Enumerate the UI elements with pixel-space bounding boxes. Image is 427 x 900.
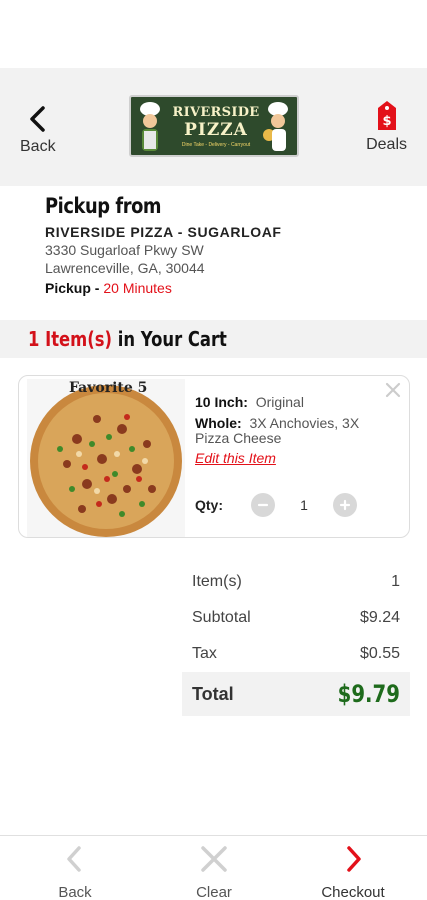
cart-item-count: 1 Item(s) [28,327,113,351]
footer-clear-button[interactable]: Clear [159,844,269,900]
pickup-time: Pickup - 20 Minutes [45,280,415,296]
pickup-info: Pickup from RIVERSIDE PIZZA - SUGARLOAF … [45,194,415,296]
pickup-time-value: 20 Minutes [103,280,172,296]
remove-item-icon[interactable] [385,382,401,398]
qty-decrease-button[interactable] [251,493,275,517]
qty-value: 1 [300,497,308,513]
item-size-label: 10 Inch: [195,394,248,410]
price-tag-icon: $ [377,101,396,130]
header-deals-button[interactable]: $ Deals [366,100,407,154]
qty-increase-button[interactable] [333,493,357,517]
store-address-line1: 3330 Sugarloaf Pkwy SW [45,242,204,258]
pickup-time-label: Pickup - [45,280,104,296]
subtotal-value: $9.24 [359,609,400,626]
logo-tagline: Dine Take - Delivery - Carryout [181,142,251,148]
footer-back-button[interactable]: Back [20,844,130,900]
store-name: RIVERSIDE PIZZA - SUGARLOAF [45,224,282,240]
chevron-left-icon [30,106,45,132]
header-back-button[interactable]: Back [20,104,56,156]
svg-text:$: $ [382,114,391,129]
chevron-left-icon [67,846,81,872]
header-deals-label: Deals [366,136,407,153]
subtotal-label: Subtotal [192,609,251,626]
bottom-nav: Back Clear Checkout [0,835,427,900]
edit-item-link[interactable]: Edit this Item [195,450,276,466]
totals-tax-row: Tax $0.55 [182,636,410,672]
totals-subtotal-row: Subtotal $9.24 [182,600,410,636]
cart-title-suffix: in Your Cart [112,327,227,351]
footer-checkout-button[interactable]: Checkout [298,844,408,900]
cart-item-card: Favorite 5 10 Inch: Original Whole: 3X A… [18,375,410,538]
total-label: Total [192,683,234,704]
cart-header: 1 Item(s) in Your Cart [0,320,427,358]
store-address-line2: Lawrenceville, GA, 30044 [45,260,205,276]
chevron-right-icon [347,846,361,872]
footer-clear-label: Clear [196,884,232,900]
tax-value: $0.55 [359,645,400,662]
logo-text-line1: RIVERSIDE [172,105,260,120]
item-toppings: Whole: 3X Anchovies, 3X Pizza Cheese [195,416,395,446]
totals-items-row: Item(s) 1 [182,564,410,600]
pickup-title: Pickup from [45,194,162,218]
qty-label: Qty: [195,497,223,513]
item-size-value: Original [255,394,304,410]
plus-icon [339,499,351,511]
items-label: Item(s) [192,573,242,590]
footer-back-label: Back [58,884,92,900]
chef-mascot-icon [263,102,288,151]
header-back-label: Back [20,138,56,155]
item-size: 10 Inch: Original [195,394,304,410]
footer-checkout-label: Checkout [321,884,385,900]
items-value: 1 [391,573,400,590]
total-value: $9.79 [337,680,400,708]
logo-text-line2: PIZZA [184,120,248,140]
app-header: Back RIVERSIDE PIZZA Dine Take - Deliver… [0,68,427,186]
quantity-stepper: Qty: 1 [195,493,357,517]
order-totals: Item(s) 1 Subtotal $9.24 Tax $0.55 Total… [182,564,410,716]
item-name: Favorite 5 [69,380,148,396]
clear-x-icon [201,846,227,872]
minus-icon [257,503,269,507]
chef-mascot-icon [140,102,160,151]
totals-total-row: Total $9.79 [182,672,410,716]
tax-label: Tax [192,645,217,662]
pizza-image [27,379,185,537]
riverside-pizza-logo: RIVERSIDE PIZZA Dine Take - Delivery - C… [129,95,299,157]
item-whole-label: Whole: [195,415,242,431]
